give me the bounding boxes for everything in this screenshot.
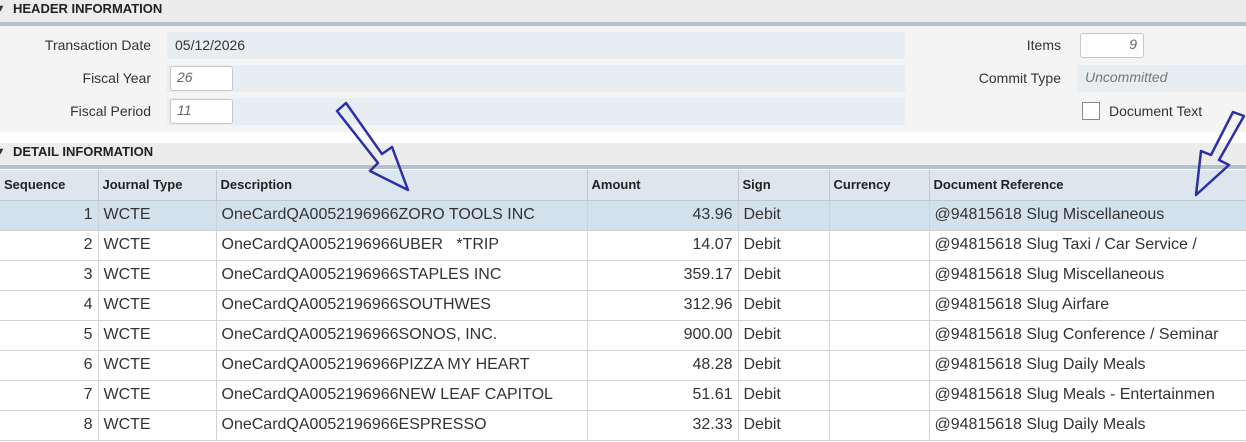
- column-header-currency[interactable]: Currency: [829, 170, 930, 201]
- header-information-title: HEADER INFORMATION: [13, 1, 163, 16]
- transaction-date-field: [167, 32, 905, 59]
- document-text-checkbox[interactable]: [1082, 102, 1100, 120]
- column-header-journal-type[interactable]: Journal Type: [98, 170, 217, 201]
- fiscal-period-input[interactable]: 11: [170, 99, 233, 124]
- cell-sequence[interactable]: 2: [0, 230, 99, 261]
- collapse-chevron-icon[interactable]: ▾: [0, 143, 3, 161]
- fiscal-year-label: Fiscal Year: [82, 70, 151, 86]
- cell-journal-type[interactable]: WCTE: [98, 380, 217, 411]
- cell-amount[interactable]: 312.96: [587, 290, 739, 321]
- cell-description[interactable]: OneCardQA0052196966ZORO TOOLS INC: [216, 200, 588, 231]
- cell-sequence[interactable]: 1: [0, 200, 99, 231]
- cell-currency[interactable]: [829, 350, 930, 381]
- cell-currency[interactable]: [829, 320, 930, 351]
- cell-currency[interactable]: [829, 260, 930, 291]
- table-row[interactable]: 4 WCTE OneCardQA0052196966SOUTHWES 312.9…: [0, 290, 1246, 321]
- cell-description[interactable]: OneCardQA0052196966NEW LEAF CAPITOL: [216, 380, 588, 411]
- cell-amount[interactable]: 51.61: [587, 380, 739, 411]
- cell-amount[interactable]: 32.33: [587, 410, 739, 441]
- cell-sign[interactable]: Debit: [738, 290, 830, 321]
- cell-currency[interactable]: [829, 290, 930, 321]
- column-header-document-reference[interactable]: Document Reference: [929, 170, 1246, 201]
- cell-document-reference[interactable]: @94815618 Slug Miscellaneous: [929, 260, 1246, 291]
- cell-currency[interactable]: [829, 380, 930, 411]
- cell-journal-type[interactable]: WCTE: [98, 260, 217, 291]
- detail-grid: Sequence Journal Type Description Amount…: [0, 170, 1246, 441]
- transaction-date-label: Transaction Date: [44, 37, 151, 53]
- cell-description[interactable]: OneCardQA0052196966SOUTHWES: [216, 290, 588, 321]
- cell-sequence[interactable]: 6: [0, 350, 99, 381]
- cell-amount[interactable]: 359.17: [587, 260, 739, 291]
- fiscal-period-label: Fiscal Period: [70, 103, 151, 119]
- table-row[interactable]: 2 WCTE OneCardQA0052196966UBER *TRIP 14.…: [0, 230, 1246, 261]
- cell-sign[interactable]: Debit: [738, 410, 830, 441]
- column-header-description[interactable]: Description: [216, 170, 588, 201]
- cell-journal-type[interactable]: WCTE: [98, 350, 217, 381]
- detail-information-title: DETAIL INFORMATION: [13, 144, 154, 159]
- cell-journal-type[interactable]: WCTE: [98, 230, 217, 261]
- cell-document-reference[interactable]: @94815618 Slug Meals - Entertainmen: [929, 380, 1246, 411]
- cell-sign[interactable]: Debit: [738, 260, 830, 291]
- cell-document-reference[interactable]: @94815618 Slug Daily Meals: [929, 410, 1246, 441]
- cell-sequence[interactable]: 3: [0, 260, 99, 291]
- transaction-date-value: 05/12/2026: [175, 37, 246, 53]
- grid-header-row: Sequence Journal Type Description Amount…: [0, 170, 1246, 201]
- cell-description[interactable]: OneCardQA0052196966UBER *TRIP: [216, 230, 588, 261]
- collapse-chevron-icon[interactable]: ▾: [0, 0, 3, 18]
- commit-type-label: Commit Type: [978, 70, 1061, 86]
- commit-type-value: Uncommitted: [1085, 69, 1168, 85]
- cell-description[interactable]: OneCardQA0052196966ESPRESSO: [216, 410, 588, 441]
- cell-sign[interactable]: Debit: [738, 230, 830, 261]
- cell-document-reference[interactable]: @94815618 Slug Taxi / Car Service /: [929, 230, 1246, 261]
- fiscal-year-input[interactable]: 26: [170, 66, 233, 91]
- cell-amount[interactable]: 14.07: [587, 230, 739, 261]
- cell-description[interactable]: OneCardQA0052196966PIZZA MY HEART: [216, 350, 588, 381]
- cell-document-reference[interactable]: @94815618 Slug Airfare: [929, 290, 1246, 321]
- cell-sign[interactable]: Debit: [738, 350, 830, 381]
- detail-information-section-header[interactable]: ▾ DETAIL INFORMATION: [0, 143, 1246, 169]
- cell-currency[interactable]: [829, 410, 930, 441]
- cell-sequence[interactable]: 4: [0, 290, 99, 321]
- fiscal-year-row-bg: [167, 65, 905, 92]
- cell-document-reference[interactable]: @94815618 Slug Conference / Seminar: [929, 320, 1246, 351]
- table-row[interactable]: 3 WCTE OneCardQA0052196966STAPLES INC 35…: [0, 260, 1246, 291]
- cell-journal-type[interactable]: WCTE: [98, 320, 217, 351]
- table-row[interactable]: 5 WCTE OneCardQA0052196966SONOS, INC. 90…: [0, 320, 1246, 351]
- cell-document-reference[interactable]: @94815618 Slug Miscellaneous: [929, 200, 1246, 231]
- cell-journal-type[interactable]: WCTE: [98, 200, 217, 231]
- column-header-amount[interactable]: Amount: [587, 170, 739, 201]
- items-input[interactable]: 9: [1080, 33, 1144, 58]
- cell-currency[interactable]: [829, 200, 930, 231]
- cell-sign[interactable]: Debit: [738, 380, 830, 411]
- table-row[interactable]: 6 WCTE OneCardQA0052196966PIZZA MY HEART…: [0, 350, 1246, 381]
- cell-amount[interactable]: 900.00: [587, 320, 739, 351]
- cell-sign[interactable]: Debit: [738, 200, 830, 231]
- cell-sequence[interactable]: 8: [0, 410, 99, 441]
- table-row[interactable]: 8 WCTE OneCardQA0052196966ESPRESSO 32.33…: [0, 410, 1246, 441]
- column-header-sequence[interactable]: Sequence: [0, 170, 99, 201]
- cell-sign[interactable]: Debit: [738, 320, 830, 351]
- document-text-label[interactable]: Document Text: [1109, 103, 1202, 119]
- header-information-panel: Transaction Date 05/12/2026 Fiscal Year …: [0, 26, 1246, 132]
- cell-journal-type[interactable]: WCTE: [98, 290, 217, 321]
- table-row[interactable]: 7 WCTE OneCardQA0052196966NEW LEAF CAPIT…: [0, 380, 1246, 411]
- cell-amount[interactable]: 43.96: [587, 200, 739, 231]
- cell-journal-type[interactable]: WCTE: [98, 410, 217, 441]
- column-header-sign[interactable]: Sign: [738, 170, 830, 201]
- cell-description[interactable]: OneCardQA0052196966STAPLES INC: [216, 260, 588, 291]
- header-information-section-header[interactable]: ▾ HEADER INFORMATION: [0, 0, 1246, 26]
- cell-amount[interactable]: 48.28: [587, 350, 739, 381]
- cell-description[interactable]: OneCardQA0052196966SONOS, INC.: [216, 320, 588, 351]
- table-row[interactable]: 1 WCTE OneCardQA0052196966ZORO TOOLS INC…: [0, 200, 1246, 231]
- cell-document-reference[interactable]: @94815618 Slug Daily Meals: [929, 350, 1246, 381]
- fiscal-period-row-bg: [167, 98, 905, 125]
- cell-sequence[interactable]: 7: [0, 380, 99, 411]
- items-label: Items: [1026, 37, 1061, 53]
- cell-sequence[interactable]: 5: [0, 320, 99, 351]
- cell-currency[interactable]: [829, 230, 930, 261]
